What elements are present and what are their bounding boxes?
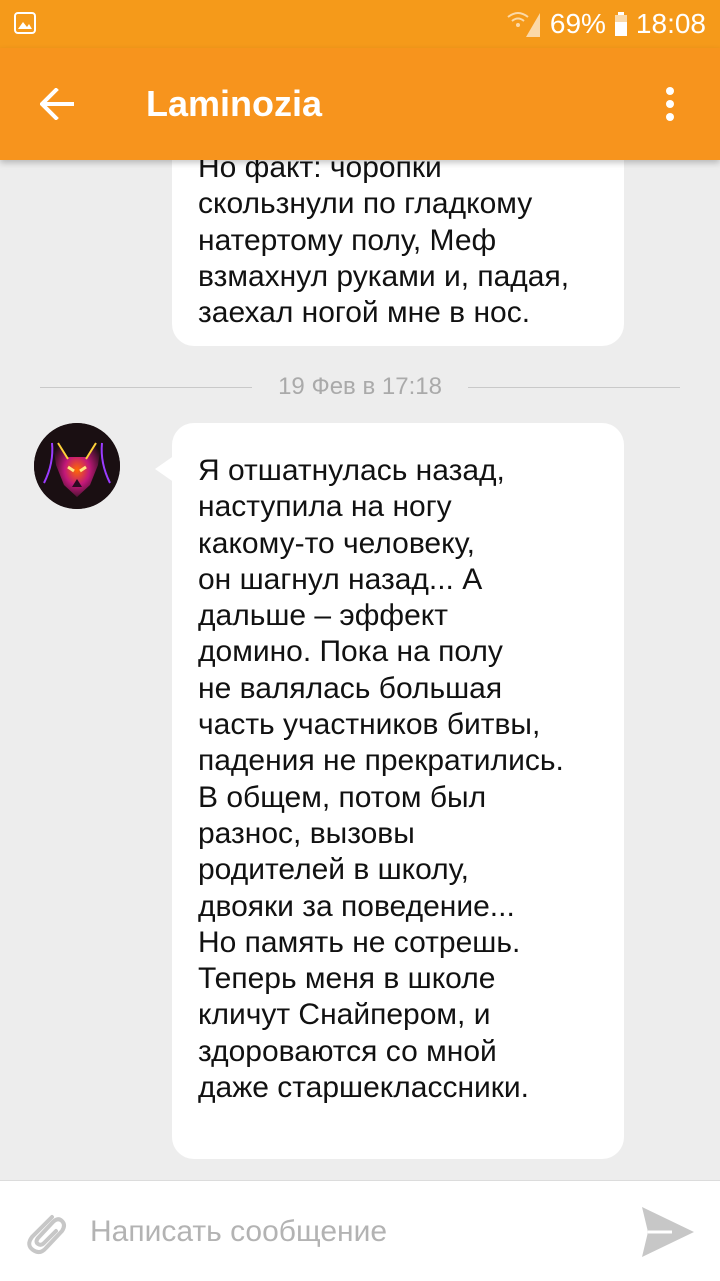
overflow-menu-button[interactable] <box>642 76 698 132</box>
divider-line <box>467 386 681 388</box>
battery-percent: 69% <box>549 8 606 39</box>
date-divider: 19 Фев в 17:18 <box>40 372 681 402</box>
divider-line <box>40 386 253 388</box>
compose-bar <box>0 1180 720 1281</box>
battery-icon <box>614 12 627 36</box>
message-list[interactable]: Но факт: чоропки скользнули по гладкому … <box>0 160 720 1180</box>
chat-title[interactable]: Laminozia <box>146 82 322 126</box>
date-label: 19 Фев в 17:18 <box>278 373 442 400</box>
wolf-avatar-image <box>34 423 120 509</box>
message-bubble[interactable]: Я отшатнулась назад, наступила на ногу к… <box>172 423 624 1159</box>
message-input[interactable] <box>88 1205 612 1259</box>
send-icon[interactable] <box>638 1203 698 1261</box>
gallery-notification-icon <box>14 12 36 34</box>
clock: 18:08 <box>635 8 706 39</box>
more-vertical-icon <box>666 87 674 121</box>
back-button[interactable] <box>30 76 86 132</box>
arrow-left-icon <box>40 88 74 120</box>
message-text: Но факт: чоропки скользнули по гладкому … <box>198 160 570 330</box>
wifi-icon <box>507 12 540 37</box>
message-text: Я отшатнулась назад, наступила на ногу к… <box>198 454 564 1105</box>
paperclip-icon[interactable] <box>18 1205 72 1259</box>
status-bar: 69% 18:08 <box>0 0 720 48</box>
app-bar: Laminozia <box>0 48 720 160</box>
message-bubble[interactable]: Но факт: чоропки скользнули по гладкому … <box>172 160 624 346</box>
avatar[interactable] <box>34 423 120 509</box>
